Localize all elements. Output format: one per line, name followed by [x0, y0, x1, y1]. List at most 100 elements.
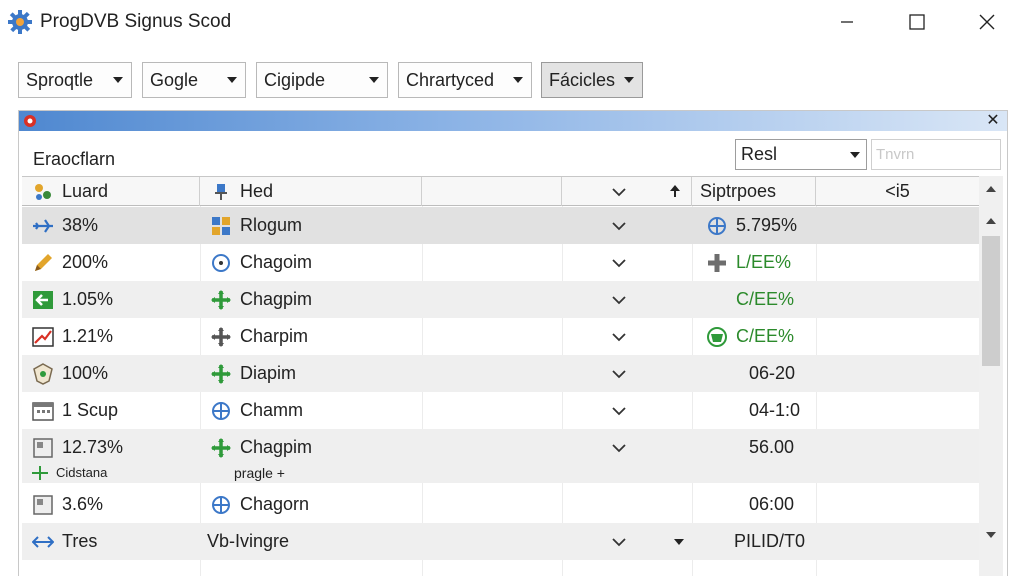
row-expand-button[interactable]	[612, 281, 626, 318]
grid-icon	[210, 215, 232, 237]
row-name: Chagorn	[240, 494, 310, 514]
row-value: 3.6%	[62, 494, 104, 514]
chevron-down-icon	[612, 406, 626, 415]
row-name: Chamm	[240, 400, 304, 420]
chevron-down-icon	[505, 76, 531, 84]
row-name: Chagpim	[240, 289, 313, 309]
row-value: 12.73%	[62, 437, 124, 457]
row-name: Diapim	[240, 363, 297, 383]
green-arrow-icon	[32, 289, 54, 311]
row-expand-button[interactable]	[612, 355, 626, 392]
row-status: 04-1:0	[749, 400, 801, 420]
column-header-last[interactable]: <i5	[816, 177, 979, 206]
row-expand-button[interactable]	[612, 392, 626, 429]
chevron-down-icon	[612, 258, 626, 267]
dropdown-label: Cigipde	[264, 69, 326, 90]
sort-up-icon	[670, 181, 680, 202]
move-icon	[210, 326, 232, 348]
chevron-down-icon	[612, 443, 626, 452]
maximize-button[interactable]	[882, 0, 952, 44]
shield-icon	[32, 362, 54, 385]
row-name: Chagoim	[240, 252, 313, 272]
window-title: ProgDVB Signus Scod	[40, 11, 232, 32]
scroll-down-button[interactable]	[979, 522, 1003, 548]
table-row[interactable]: 3.6% Chagorn 06:00	[22, 486, 979, 523]
double-arrow-icon	[32, 531, 54, 553]
toolbar-dropdown-2[interactable]: Gogle	[142, 62, 246, 98]
toolbar: Sproqtle Gogle Cigipde Chrartyced Fácicl…	[0, 44, 1024, 106]
panel-header: ✕	[19, 111, 1007, 131]
row-subtext: pragle +	[234, 465, 285, 481]
column-header-siptrpoes[interactable]: Siptrpoes	[692, 177, 816, 206]
channel-panel: ✕ Eraocflarn Resl Tnvrn Luard Hed Siptrp…	[18, 110, 1008, 576]
row-status: L/EE%	[736, 252, 792, 272]
plus-icon	[706, 252, 728, 274]
table-row[interactable]: 200% Chagoim L/EE%	[22, 244, 979, 281]
pencil-icon	[32, 252, 54, 274]
table-row[interactable]: 1.05% Chagpim C/EE%	[22, 281, 979, 318]
document-icon	[32, 437, 54, 459]
row-value: 1.05%	[62, 289, 114, 309]
row-expand-button[interactable]	[612, 318, 626, 355]
channel-table: Luard Hed Siptrpoes <i5 38% Rlogum 5.795…	[22, 176, 979, 576]
row-expand-button[interactable]	[612, 244, 626, 281]
scroll-up-button[interactable]	[979, 176, 1003, 202]
table-row[interactable]: 1 Scup Chamm 04-1:0	[22, 392, 979, 429]
table-header: Luard Hed Siptrpoes <i5	[22, 176, 979, 206]
users-icon	[32, 181, 54, 203]
row-name: Vb-Ivingre	[207, 531, 290, 551]
toolbar-dropdown-1[interactable]: Sproqtle	[18, 62, 132, 98]
table-row[interactable]: 100% Diapim 06-20	[22, 355, 979, 392]
filter-select[interactable]: Resl	[735, 139, 867, 170]
gear-icon	[8, 10, 32, 34]
chevron-down-icon	[219, 76, 245, 84]
close-window-button[interactable]	[952, 0, 1022, 44]
toolbar-dropdown-5[interactable]: Fácicles	[541, 62, 643, 98]
clock-icon	[210, 252, 232, 274]
row-value: Tres	[62, 531, 98, 551]
row-status: 06-20	[749, 363, 796, 383]
close-icon	[979, 14, 995, 30]
table-row[interactable]: 38% Rlogum 5.795%	[22, 207, 979, 244]
column-header-luard[interactable]: Luard	[22, 177, 200, 206]
vertical-scrollbar[interactable]	[979, 176, 1003, 576]
toolbar-dropdown-4[interactable]: Chrartyced	[398, 62, 532, 98]
minimize-button[interactable]	[812, 0, 882, 44]
row-name: Rlogum	[240, 215, 303, 235]
row-value: 100%	[62, 363, 109, 383]
minimize-icon	[841, 21, 853, 23]
column-header-sort[interactable]	[562, 177, 692, 206]
chevron-down-icon	[844, 151, 866, 159]
title-bar: ProgDVB Signus Scod	[0, 0, 1024, 44]
chevron-down-icon	[105, 76, 131, 84]
globe-icon	[706, 215, 728, 237]
caret-up-icon	[986, 186, 996, 192]
document-icon	[32, 494, 54, 516]
search-input[interactable]: Tnvrn	[871, 139, 1001, 170]
move-icon	[210, 289, 232, 311]
scroll-up-button-2[interactable]	[979, 208, 1003, 234]
table-row[interactable]: Tres Vb-Ivingre PILID/T0	[22, 523, 979, 560]
caret-down-icon	[986, 532, 996, 538]
row-name: Charpim	[240, 326, 309, 346]
search-placeholder: Tnvrn	[876, 146, 915, 163]
panel-close-button[interactable]: ✕	[985, 111, 1001, 131]
table-row[interactable]: 12.73% Cidstana Chagpim pragle + 56.00	[22, 429, 979, 483]
record-icon	[23, 114, 37, 128]
toolbar-dropdown-3[interactable]: Cigipde	[256, 62, 388, 98]
row-status: 5.795%	[736, 215, 798, 235]
row-value: 1.21%	[62, 326, 114, 346]
select-value: Resl	[741, 144, 778, 164]
chevron-down-icon	[612, 187, 626, 196]
row-expand-button[interactable]	[612, 429, 626, 466]
table-row[interactable]: 1.21% Charpim C/EE%	[22, 318, 979, 355]
calendar-icon	[32, 400, 54, 422]
scroll-thumb[interactable]	[982, 236, 1000, 366]
column-header-blank[interactable]	[422, 177, 562, 206]
maximize-icon	[909, 14, 925, 30]
dropdown-label: Fácicles	[549, 69, 616, 90]
row-expand-button[interactable]	[612, 523, 626, 560]
row-dropdown-button[interactable]	[674, 523, 684, 560]
row-expand-button[interactable]	[612, 207, 626, 244]
column-header-hed[interactable]: Hed	[200, 177, 422, 206]
